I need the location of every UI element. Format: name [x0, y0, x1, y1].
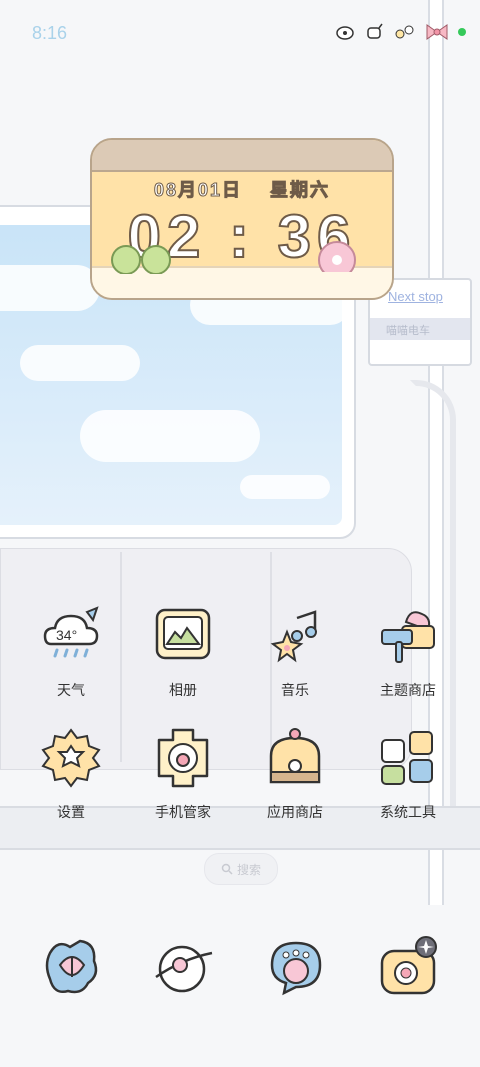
app-label: 相册 — [169, 682, 197, 698]
sign-bar-text: 喵喵电车 — [386, 325, 430, 337]
weather-icon: 34° — [43, 606, 99, 658]
sign-bar: 喵喵电车 — [370, 318, 470, 340]
phone-icon[interactable] — [40, 935, 104, 999]
clock-bottom-band — [92, 241, 392, 298]
app-label: 音乐 — [281, 682, 309, 698]
turtle-icon — [336, 26, 354, 40]
candy-icon — [395, 25, 414, 39]
bow-icon — [426, 24, 448, 40]
clock-date: 08月01日 — [153, 180, 243, 201]
app-label: 天气 — [57, 682, 85, 698]
app-store-icon — [269, 728, 321, 784]
theme-store-icon — [381, 611, 435, 663]
search-icon — [221, 863, 233, 875]
phone-manager-icon — [157, 728, 209, 788]
clock-widget[interactable]: 08月01日 星期六 02 : 36 — [90, 138, 394, 300]
camera-icon[interactable] — [376, 935, 440, 999]
app-label: 主题商店 — [380, 682, 436, 698]
donut-icon — [318, 241, 356, 272]
search-label: 搜索 — [236, 862, 261, 877]
clock-top-band — [92, 140, 392, 172]
app-weather[interactable]: 34° 天气 — [16, 604, 126, 700]
status-icons — [334, 22, 466, 42]
browser-icon[interactable] — [152, 935, 216, 999]
app-system-tools[interactable]: 系统工具 — [353, 726, 463, 822]
search-pill[interactable]: 搜索 — [204, 853, 278, 885]
app-phone-manager[interactable]: 手机管家 — [128, 726, 238, 822]
hand-icon — [367, 23, 383, 39]
clock-weekday: 星期六 — [270, 180, 331, 201]
messages-icon[interactable] — [264, 935, 328, 999]
app-gallery[interactable]: 相册 — [128, 604, 238, 700]
kiwi-icon — [111, 245, 171, 274]
gallery-icon — [155, 608, 211, 660]
music-icon — [270, 610, 317, 663]
app-app-store[interactable]: 应用商店 — [240, 726, 350, 822]
system-tools-icon — [381, 731, 433, 785]
weather-temp: 34° — [56, 627, 77, 643]
status-bar: 8:16 — [0, 0, 480, 68]
app-label: 手机管家 — [155, 804, 211, 820]
app-theme-store[interactable]: 主题商店 — [353, 604, 463, 700]
clock-date-line: 08月01日 星期六 — [92, 176, 392, 202]
status-time: 8:16 — [32, 23, 68, 43]
app-music[interactable]: 音乐 — [240, 604, 350, 700]
app-label: 设置 — [57, 804, 85, 820]
app-settings[interactable]: 设置 — [16, 726, 126, 822]
status-dot — [458, 28, 466, 36]
app-label: 应用商店 — [267, 804, 323, 820]
app-label: 系统工具 — [380, 804, 436, 820]
settings-icon — [41, 728, 101, 788]
